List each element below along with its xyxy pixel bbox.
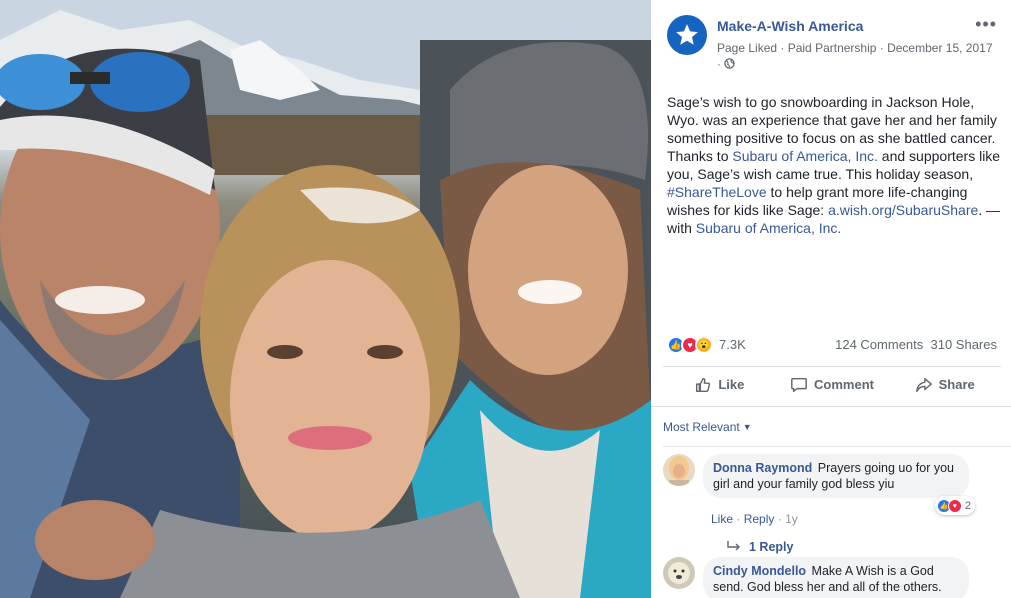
comment-sort-dropdown[interactable]: Most Relevant ▼: [663, 420, 752, 434]
comment-bubble: Donna Raymond Prayers going uo for you g…: [703, 454, 969, 498]
globe-icon[interactable]: [724, 58, 736, 69]
reaction-icons[interactable]: 👍 ♥ 😮: [667, 336, 713, 354]
wow-reaction-icon: 😮: [695, 336, 713, 354]
post-header: Make-A-Wish America ••• Page Liked · Pai…: [667, 14, 997, 76]
reaction-count[interactable]: 7.3K: [719, 337, 746, 352]
post-meta: Page Liked · Paid Partnership · December…: [717, 40, 997, 72]
post-text: Sage’s wish to go snowboarding in Jackso…: [667, 93, 1002, 237]
comment-bubble: Cindy Mondello Make A Wish is a God send…: [703, 557, 969, 598]
comments-section: Most Relevant ▼ Donna Raymond Prayers goi…: [651, 406, 1011, 598]
with-subaru-link[interactable]: Subaru of America, Inc.: [696, 220, 842, 236]
divider: [663, 446, 1011, 447]
commenter-name[interactable]: Donna Raymond: [713, 461, 812, 475]
more-options-icon[interactable]: •••: [975, 14, 997, 35]
share-arrow-icon: [915, 377, 932, 392]
comment-icon: [791, 377, 807, 392]
post-panel: Make-A-Wish America ••• Page Liked · Pai…: [651, 0, 1011, 598]
like-label: Like: [718, 377, 745, 392]
commenter-avatar[interactable]: [663, 454, 695, 486]
post-photo[interactable]: [0, 0, 651, 598]
commenter-name[interactable]: Cindy Mondello: [713, 564, 806, 578]
comment-label: Comment: [814, 377, 874, 392]
comment-button[interactable]: Comment: [776, 367, 889, 402]
thumbs-up-icon: [696, 377, 711, 392]
comments-count[interactable]: 124 Comments: [835, 337, 923, 352]
commenter-avatar[interactable]: [663, 557, 695, 589]
caret-down-icon: ▼: [742, 422, 752, 432]
sort-label: Most Relevant: [663, 420, 740, 434]
reply-arrow-icon: [727, 541, 740, 551]
comment-time[interactable]: 1y: [785, 512, 798, 526]
avatar-image: [663, 557, 695, 589]
comment-reactions[interactable]: 👍 ♥ 2: [934, 496, 975, 515]
separator: ·: [777, 512, 786, 526]
comment-reaction-count: 2: [964, 500, 971, 512]
engagement-counts: 124 Comments 310 Shares: [835, 337, 997, 352]
meta-dot: ·: [717, 57, 721, 71]
shares-count[interactable]: 310 Shares: [931, 337, 998, 352]
page-avatar[interactable]: [667, 15, 707, 55]
like-button[interactable]: Like: [663, 367, 776, 402]
view-replies-link[interactable]: 1 Reply: [727, 540, 793, 554]
reactions-bar: 👍 ♥ 😮 7.3K 124 Comments 310 Shares: [667, 334, 997, 354]
comment-actions: Like · Reply · 1y: [711, 512, 798, 526]
comment-item: Donna Raymond Prayers going uo for you g…: [663, 454, 1003, 554]
action-bar: Like Comment Share: [663, 366, 1001, 402]
page-name-link[interactable]: Make-A-Wish America: [717, 18, 863, 34]
avatar-image: [663, 454, 695, 486]
post-meta-text: Page Liked · Paid Partnership · December…: [717, 41, 993, 55]
hashtag-link[interactable]: #ShareTheLove: [667, 184, 767, 200]
subaru-link[interactable]: Subaru of America, Inc.: [732, 148, 878, 164]
comment-like-link[interactable]: Like: [711, 512, 733, 526]
replies-label: 1 Reply: [749, 540, 794, 554]
comment-reply-link[interactable]: Reply: [744, 512, 775, 526]
wish-url-link[interactable]: a.wish.org/SubaruShare: [828, 202, 978, 218]
family-selfie-image: [0, 0, 651, 598]
love-reaction-icon: ♥: [947, 499, 962, 513]
star-icon: [676, 24, 698, 45]
comment-item: Cindy Mondello Make A Wish is a God send…: [663, 557, 1003, 598]
separator: ·: [736, 512, 744, 526]
share-button[interactable]: Share: [888, 367, 1001, 402]
share-label: Share: [938, 377, 975, 392]
